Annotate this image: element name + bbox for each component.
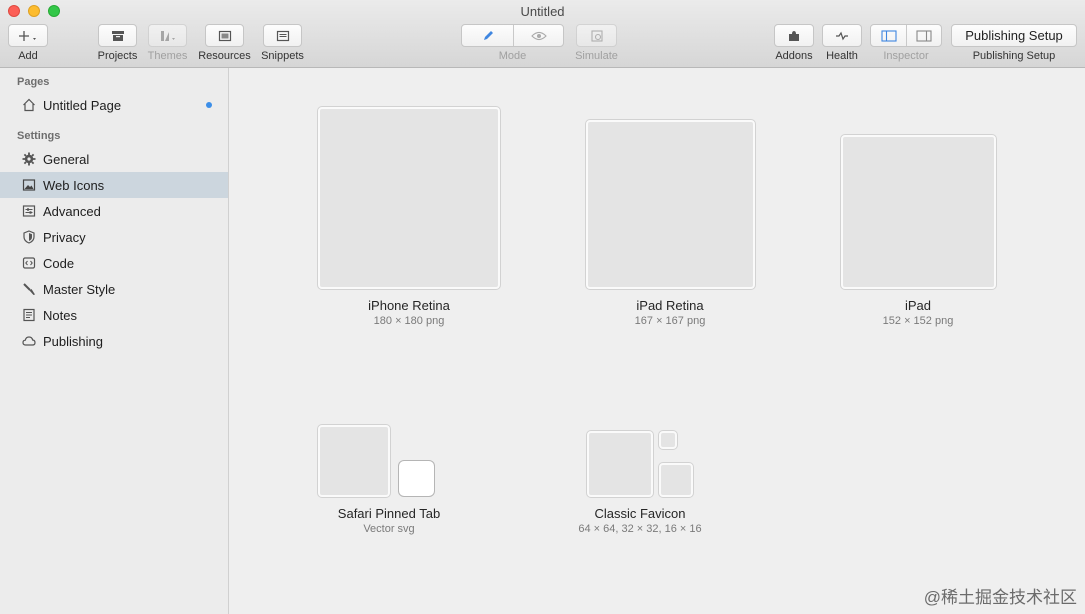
page-item-label: Untitled Page	[43, 97, 122, 113]
themes-label: Themes	[147, 50, 188, 62]
projects-button[interactable]	[98, 24, 137, 47]
projects-label: Projects	[97, 50, 138, 62]
add-label: Add	[18, 50, 38, 62]
sidebar-item-label: Master Style	[43, 281, 116, 297]
publishing-setup-label: Publishing Setup	[972, 50, 1056, 62]
sidebar-item-web-icons[interactable]: Web Icons	[0, 172, 228, 198]
sidebar-item-label: Advanced	[43, 203, 101, 219]
sidebar-item-code[interactable]: Code	[0, 250, 228, 276]
inspector-segmented-control[interactable]	[870, 24, 942, 47]
favicon-16-well[interactable]	[659, 431, 677, 449]
brush-icon	[22, 282, 36, 296]
cloud-icon	[22, 334, 36, 348]
publishing-setup-button[interactable]: Publishing Setup	[951, 24, 1077, 47]
snippets-button[interactable]	[263, 24, 302, 47]
addons-label: Addons	[775, 50, 813, 62]
preview-mode-button[interactable]	[514, 25, 563, 46]
icon-title: Classic Favicon	[594, 506, 686, 521]
puzzle-icon	[789, 30, 799, 41]
web-icons-panel: iPhone Retina 180 × 180 png iPad Retina …	[229, 68, 1085, 614]
sidebar-item-notes[interactable]: Notes	[0, 302, 228, 328]
add-button[interactable]	[8, 24, 48, 47]
simulate-label: Simulate	[575, 50, 618, 62]
mode-label: Mode	[498, 50, 527, 62]
resources-label: Resources	[198, 50, 251, 62]
sidebar-item-master-style[interactable]: Master Style	[0, 276, 228, 302]
resources-button[interactable]	[205, 24, 244, 47]
sidebar-item-publishing[interactable]: Publishing	[0, 328, 228, 354]
sidebar: Pages Untitled Page Settings General Web…	[0, 68, 229, 614]
code-icon	[22, 256, 36, 270]
icon-title: Safari Pinned Tab	[337, 506, 441, 521]
right-sidebar-toggle[interactable]	[907, 25, 941, 46]
safari-pinned-tab-icon-well[interactable]	[318, 425, 390, 497]
sidebar-item-general[interactable]: General	[0, 146, 228, 172]
favicon-32-well[interactable]	[659, 463, 693, 497]
sidebar-item-privacy[interactable]: Privacy	[0, 224, 228, 250]
sidebar-right-icon	[916, 29, 932, 42]
icon-title: iPad Retina	[636, 298, 704, 313]
pulse-icon	[836, 31, 848, 40]
window-title: Untitled	[520, 4, 565, 19]
toolbar: Untitled Add Projects Themes Resources S…	[0, 0, 1085, 68]
ipad-retina-icon-well[interactable]	[586, 120, 755, 289]
health-label: Health	[826, 50, 858, 62]
pages-heading: Pages	[17, 76, 50, 88]
safari-pinned-tab-preview	[399, 461, 434, 496]
simulate-icon	[590, 29, 603, 42]
notes-icon	[22, 308, 36, 322]
sidebar-page-item[interactable]: Untitled Page	[0, 92, 228, 118]
eye-icon	[530, 31, 547, 40]
sidebar-item-label: General	[43, 151, 90, 167]
addons-button[interactable]	[774, 24, 814, 47]
icon-title: iPad	[904, 298, 932, 313]
favicon-64-well[interactable]	[587, 431, 653, 497]
icon-subtitle: 180 × 180 png	[373, 315, 445, 327]
sidebar-item-advanced[interactable]: Advanced	[0, 198, 228, 224]
watermark-text: @稀土掘金技术社区	[923, 588, 1077, 607]
edit-mode-button[interactable]	[462, 25, 513, 46]
sidebar-item-label: Privacy	[43, 229, 86, 245]
archive-box-icon	[111, 30, 124, 41]
snippets-label: Snippets	[261, 50, 304, 62]
sidebar-left-icon	[880, 29, 897, 42]
ipad-icon-well[interactable]	[841, 135, 996, 289]
left-sidebar-toggle[interactable]	[871, 25, 906, 46]
icon-subtitle: 152 × 152 png	[882, 315, 954, 327]
icon-title: iPhone Retina	[368, 298, 450, 313]
pencil-icon	[483, 30, 493, 40]
home-icon	[22, 98, 36, 112]
simulate-button[interactable]	[576, 24, 617, 47]
sidebar-item-label: Code	[43, 255, 75, 271]
gear-icon	[22, 152, 36, 166]
inspector-label: Inspector	[883, 50, 929, 62]
sidebar-item-label: Publishing	[43, 333, 103, 349]
snippets-icon	[276, 30, 289, 41]
unsaved-indicator-dot	[206, 102, 212, 108]
sidebar-item-label: Web Icons	[43, 177, 105, 193]
plus-icon	[19, 30, 36, 41]
iphone-retina-icon-well[interactable]	[318, 107, 500, 289]
icon-subtitle: 167 × 167 png	[634, 315, 706, 327]
sliders-icon	[22, 204, 36, 218]
images-icon	[218, 30, 231, 41]
icon-subtitle: 64 × 64, 32 × 32, 16 × 16	[578, 523, 702, 535]
image-icon	[22, 178, 36, 192]
health-button[interactable]	[822, 24, 862, 47]
shield-icon	[22, 230, 36, 244]
themes-button[interactable]	[148, 24, 187, 47]
icon-subtitle: Vector svg	[363, 523, 415, 535]
sidebar-item-label: Notes	[43, 307, 77, 323]
settings-heading: Settings	[17, 130, 61, 142]
themes-icon	[160, 30, 175, 41]
mode-segmented-control[interactable]	[461, 24, 564, 47]
